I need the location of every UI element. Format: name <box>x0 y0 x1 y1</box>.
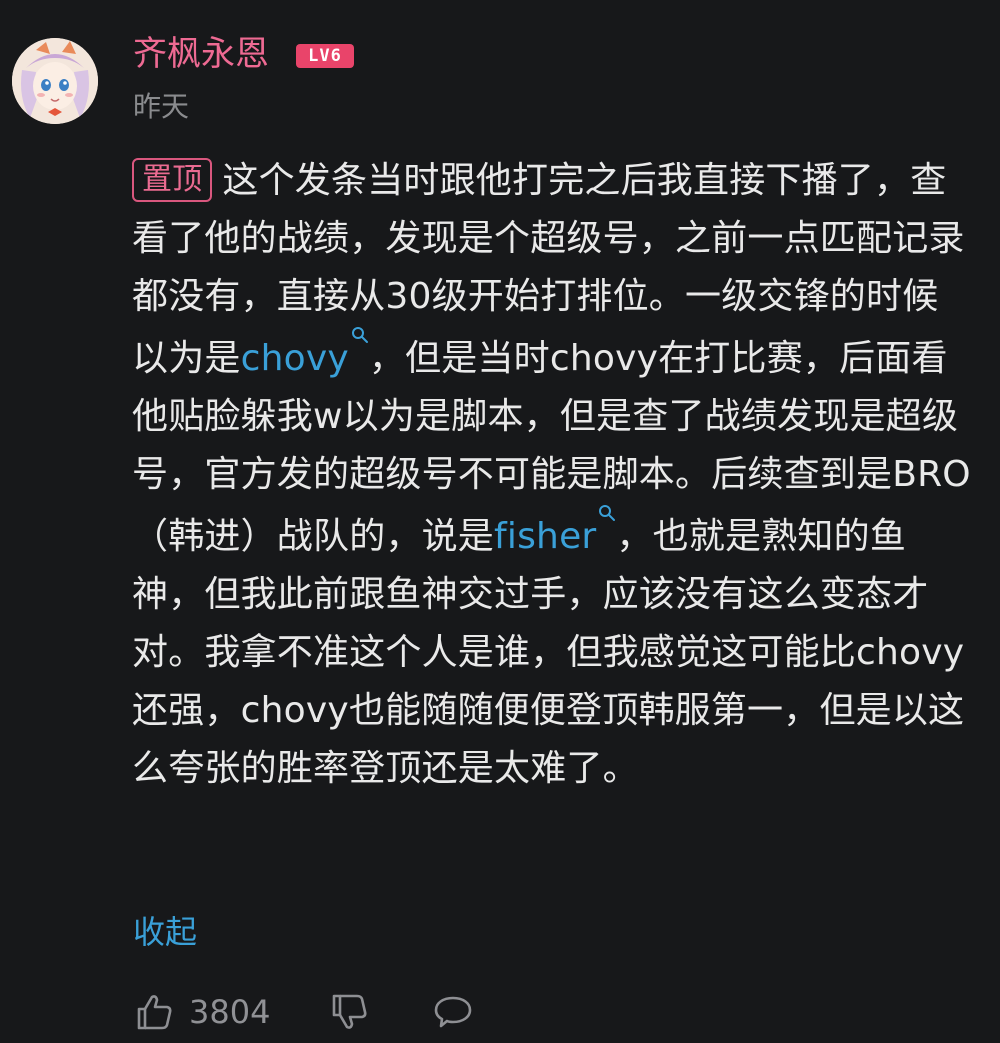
comment-body: 置顶 这个发条当时跟他打完之后我直接下播了，查看了他的战绩，发现是个超级号，之前一… <box>132 152 972 798</box>
thumbs-up-icon <box>137 995 172 1030</box>
like-button[interactable]: 3804 <box>133 991 270 1033</box>
collapse-button[interactable]: 收起 <box>133 908 197 956</box>
search-icon <box>351 327 368 343</box>
dislike-button[interactable] <box>328 991 370 1033</box>
like-count: 3804 <box>189 993 271 1031</box>
comment-actions: 3804 <box>133 988 474 1036</box>
search-link-fisher[interactable]: fisher <box>494 505 616 557</box>
search-link-label[interactable]: fisher <box>494 516 596 557</box>
search-icon <box>599 505 616 521</box>
avatar[interactable] <box>12 38 98 124</box>
avatar-illustration <box>12 38 98 124</box>
level-badge: LV6 <box>296 44 354 68</box>
search-link-label[interactable]: chovy <box>241 338 349 379</box>
thumbs-down-icon <box>333 994 367 1029</box>
reply-button[interactable] <box>432 991 474 1033</box>
pinned-badge: 置顶 <box>132 158 213 202</box>
reply-bubble-icon <box>435 996 472 1028</box>
search-link-chovy[interactable]: chovy <box>241 327 369 379</box>
username[interactable]: 齐枫永恩 <box>133 30 269 78</box>
timestamp: 昨天 <box>133 90 190 123</box>
